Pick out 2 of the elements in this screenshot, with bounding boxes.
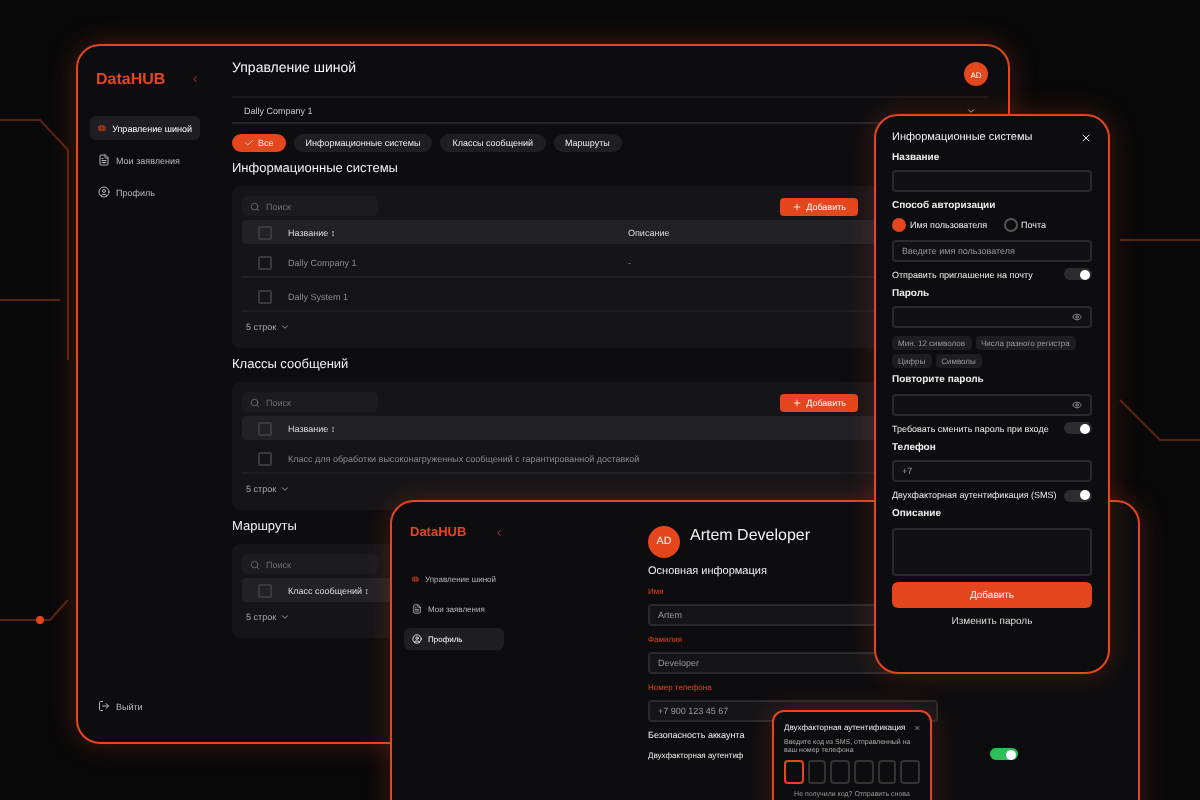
user-name: Artem Developer	[690, 526, 811, 544]
logo: DataHUB	[96, 70, 166, 88]
